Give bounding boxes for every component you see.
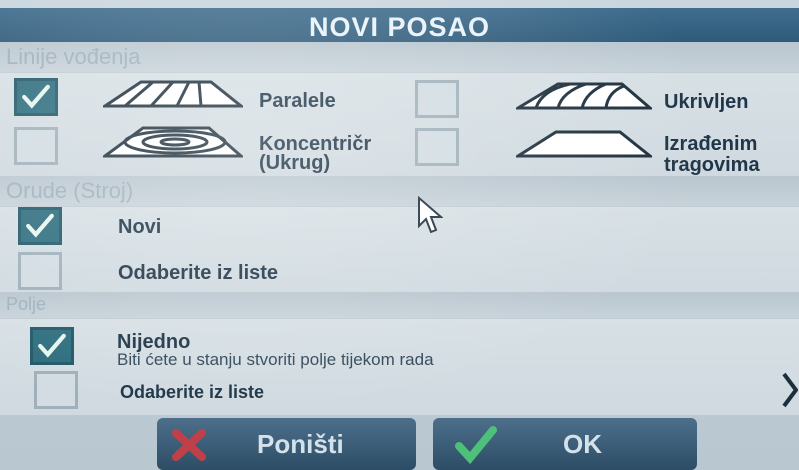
parallel-checkbox[interactable] <box>14 78 58 116</box>
ok-button-label: OK <box>563 429 602 459</box>
field-from-list-checkbox[interactable] <box>34 371 78 409</box>
implement-new-label: Novi <box>118 216 162 238</box>
curved-checkbox[interactable] <box>415 80 459 118</box>
close-icon <box>172 429 206 461</box>
ok-button[interactable]: OK <box>433 418 697 470</box>
recorded-tracks-icon <box>516 130 652 158</box>
section-field: Polje <box>0 292 799 318</box>
tracks-checkbox[interactable] <box>415 128 459 166</box>
check-icon <box>38 333 66 358</box>
cancel-button[interactable]: Poništi <box>157 418 416 470</box>
parallel-lines-icon <box>103 80 243 108</box>
chevron-right-icon[interactable] <box>782 370 798 410</box>
implement-new-checkbox[interactable] <box>18 207 62 245</box>
title-bar: NOVI POSAO <box>0 8 799 42</box>
tracks-label-line2: tragovima <box>664 154 760 176</box>
section-implement: Orude (Stroj) <box>0 176 799 206</box>
check-icon <box>22 84 50 109</box>
cancel-button-label: Poništi <box>257 429 344 459</box>
field-none-checkbox[interactable] <box>30 327 74 365</box>
section-guidance-lines: Linije vođenja <box>0 42 799 72</box>
implement-from-list-label: Odaberite iz liste <box>118 262 279 284</box>
curved-lines-icon <box>516 82 652 110</box>
concentric-checkbox[interactable] <box>14 127 58 165</box>
section-label: Linije vođenja <box>6 44 141 69</box>
parallel-label: Paralele <box>259 90 336 112</box>
field-from-list-label: Odaberite iz liste <box>120 382 265 402</box>
section-label: Polje <box>6 294 47 314</box>
tracks-label-line1: Izrađenim <box>664 133 758 155</box>
concentric-label-line2: (Ukrug) <box>259 152 331 174</box>
field-none-hint: Biti ćete u stanju stvoriti polje tijeko… <box>117 350 434 369</box>
check-icon <box>26 213 54 238</box>
concentric-lines-icon <box>103 126 243 158</box>
section-label: Orude (Stroj) <box>6 178 134 203</box>
check-icon <box>455 426 497 464</box>
new-job-screen: NOVI POSAO Linije vođenja Paralele Ukriv… <box>0 0 799 470</box>
mouse-cursor-icon <box>418 196 443 234</box>
curved-label: Ukrivljen <box>664 91 749 113</box>
page-title: NOVI POSAO <box>308 12 491 42</box>
implement-from-list-checkbox[interactable] <box>18 252 62 290</box>
